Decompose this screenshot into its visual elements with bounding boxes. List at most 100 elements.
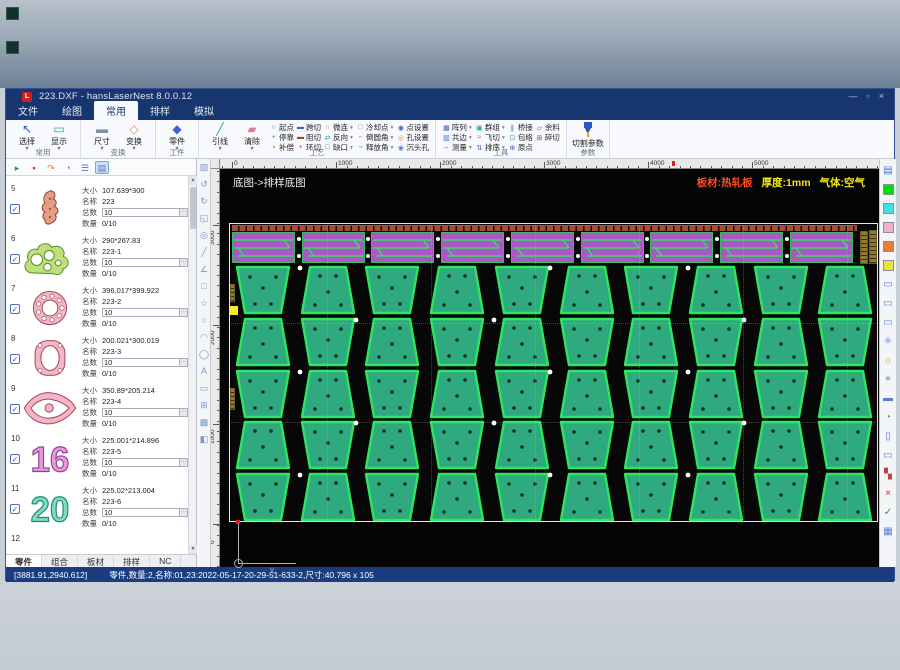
line-icon[interactable]: ╱	[197, 244, 211, 261]
arc-icon[interactable]: ◠	[197, 329, 211, 346]
array-icon[interactable]: ⊞	[197, 397, 211, 414]
nested-part[interactable]	[555, 264, 619, 316]
display-mode-icon-1[interactable]: ▭	[881, 275, 896, 294]
part-delete-icon[interactable]: ▪	[27, 161, 41, 174]
nested-part[interactable]	[555, 419, 619, 471]
nested-strip-part[interactable]	[301, 232, 365, 263]
sheet-plate[interactable]	[229, 223, 878, 522]
part-list-item-8[interactable]: 8 ✓ 大小 200.021*300.019 名称 223-3 总数 10 ⋯ 数量 0/10	[6, 333, 189, 383]
nested-strip-part[interactable]	[650, 232, 714, 263]
nested-part[interactable]	[619, 316, 683, 368]
nested-part[interactable]	[555, 471, 619, 523]
ribbon-button-停靠[interactable]: + 停靠	[269, 133, 294, 142]
part-total-input[interactable]: 10 ⋯	[102, 408, 188, 417]
menu-tab-4[interactable]: 排样	[138, 101, 182, 120]
ribbon-button-切割参数[interactable]: 切割参数	[572, 122, 604, 149]
monitor-icon[interactable]: ▭	[881, 446, 896, 465]
measure-icon[interactable]: ▭	[197, 380, 211, 397]
total-spinner-button[interactable]: ⋯	[179, 359, 187, 366]
ribbon-button-阵列[interactable]: ▦ 阵列 ▼	[442, 123, 473, 132]
part-list-item-9[interactable]: 9 ✓ 大小 350.89*205.214 名称 223-4 总数 10 ⋯ 数量 0/10	[6, 383, 189, 433]
desktop-shortcut-1[interactable]	[6, 7, 19, 20]
nested-part[interactable]	[749, 471, 813, 523]
nested-part[interactable]	[296, 264, 360, 316]
polyline-icon[interactable]: ∠	[197, 261, 211, 278]
total-spinner-button[interactable]: ⋯	[179, 409, 187, 416]
panel-tab-4[interactable]: 排样	[114, 555, 151, 567]
part-total-input[interactable]: 10 ⋯	[102, 308, 188, 317]
part-list-item-11[interactable]: 11 ✓ 20 大小 225.02*213.004 名称 223-6 总数 10 ⋯ 数量 0/10	[6, 483, 189, 533]
flower-icon[interactable]: ✶	[881, 370, 896, 389]
menu-tab-1[interactable]: 文件	[6, 101, 50, 120]
nested-part[interactable]	[684, 264, 748, 316]
ribbon-button-阻切[interactable]: ▬ 阻切	[296, 133, 321, 142]
minimize-button-icon[interactable]: —	[849, 90, 858, 103]
color-swatch-green[interactable]	[881, 180, 896, 199]
part-list-item-7[interactable]: 7 ✓ 大小 396.017*399.922 名称 223-2 总数 10 ⋯ 数量 0/10	[6, 283, 189, 333]
part-checkbox[interactable]: ✓	[10, 454, 20, 464]
edge-scrap-part[interactable]	[869, 230, 877, 264]
ribbon-button-跨切[interactable]: ▬ 跨切	[296, 123, 321, 132]
scroll-down-icon[interactable]: ▼	[189, 545, 197, 554]
close-button-icon[interactable]: ×	[879, 90, 884, 103]
nested-part[interactable]	[619, 264, 683, 316]
rect-icon[interactable]: □	[197, 278, 211, 295]
ribbon-button-点设置[interactable]: ◉ 点设置	[396, 123, 429, 132]
phone-icon[interactable]: ▯	[881, 427, 896, 446]
nested-part[interactable]	[360, 368, 424, 420]
nested-part[interactable]	[296, 368, 360, 420]
total-spinner-button[interactable]: ⋯	[179, 209, 187, 216]
color-swatch-orange[interactable]	[881, 237, 896, 256]
ruler-icon[interactable]: ▬	[881, 389, 896, 408]
part-list-item-5[interactable]: 5 ✓ 大小 107.639*300 名称 223 总数 10 ⋯ 数量 0/10	[6, 183, 189, 233]
zoom-icon[interactable]: ◎	[197, 227, 211, 244]
part-checkbox[interactable]: ✓	[10, 254, 20, 264]
menu-tab-2[interactable]: 绘图	[50, 101, 94, 120]
sun-icon[interactable]: ☼	[881, 351, 896, 370]
part-list-item-6[interactable]: 6 ✓ 大小 290*267.83 名称 223-1 总数 10 ⋯ 数量 0/10	[6, 233, 189, 283]
part-checkbox[interactable]: ✓	[10, 204, 20, 214]
nested-part[interactable]	[684, 316, 748, 368]
list-view-icon[interactable]: ☰	[78, 161, 92, 174]
nested-part[interactable]	[749, 264, 813, 316]
restore-button-icon[interactable]: ▫	[867, 90, 870, 103]
nested-part[interactable]	[813, 264, 877, 316]
part-checkbox[interactable]: ✓	[10, 304, 20, 314]
nested-part[interactable]	[749, 316, 813, 368]
nested-part[interactable]	[813, 419, 877, 471]
nested-part[interactable]	[360, 471, 424, 523]
text-icon[interactable]: A	[197, 363, 211, 380]
ribbon-button-包络[interactable]: ⊡ 包络	[508, 133, 532, 142]
nested-part[interactable]	[490, 264, 554, 316]
selected-scrap-part[interactable]	[230, 306, 238, 315]
nested-part[interactable]	[231, 471, 295, 523]
scroll-up-icon[interactable]: ▲	[189, 176, 197, 185]
undo-icon[interactable]: ↺	[197, 176, 211, 193]
nested-strip-part[interactable]	[580, 232, 644, 263]
detail-view-icon[interactable]: ▤	[95, 160, 109, 174]
part-total-input[interactable]: 10 ⋯	[102, 458, 188, 467]
nested-part[interactable]	[296, 471, 360, 523]
nested-strip-part[interactable]	[719, 232, 783, 263]
ribbon-button-余料[interactable]: ▱ 余料	[535, 123, 560, 132]
total-spinner-button[interactable]: ⋯	[179, 259, 187, 266]
nested-part[interactable]	[231, 419, 295, 471]
ribbon-button-冷却点[interactable]: □ 冷却点 ▼	[356, 123, 394, 132]
total-spinner-button[interactable]: ⋯	[179, 509, 187, 516]
nested-part[interactable]	[555, 316, 619, 368]
grid-icon[interactable]: ▦	[881, 522, 896, 541]
nested-part[interactable]	[684, 419, 748, 471]
display-mode-icon-3[interactable]: ▭	[881, 313, 896, 332]
clock-icon[interactable]: ◔	[881, 408, 896, 427]
nested-part[interactable]	[490, 471, 554, 523]
nested-part[interactable]	[425, 471, 489, 523]
part-checkbox[interactable]: ✓	[10, 354, 20, 364]
nested-strip-part[interactable]	[232, 232, 295, 263]
ellipse-icon[interactable]: ◯	[197, 346, 211, 363]
panel-tab-3[interactable]: 板材	[78, 555, 115, 567]
ribbon-button-微连[interactable]: ∩ 微连 ▼	[323, 123, 354, 132]
ribbon-button-群组[interactable]: ▣ 群组 ▼	[475, 123, 506, 132]
total-spinner-button[interactable]: ⋯	[179, 309, 187, 316]
nested-part[interactable]	[813, 368, 877, 420]
nested-strip-part[interactable]	[510, 232, 574, 263]
